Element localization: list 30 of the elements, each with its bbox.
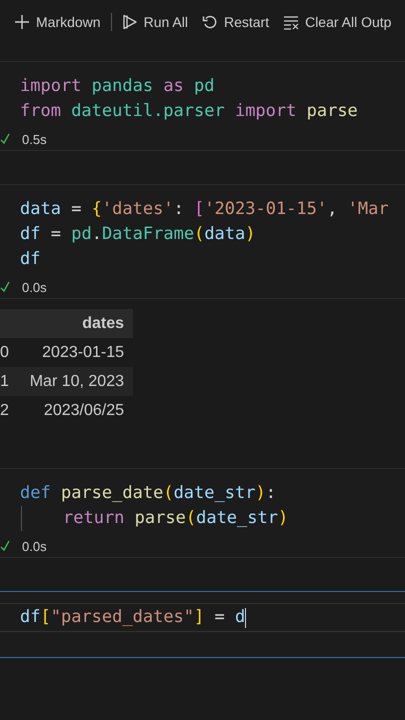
row-index: 2	[0, 402, 10, 420]
column-header: dates	[81, 314, 125, 332]
plus-icon	[14, 14, 30, 30]
execution-time: 0.0s	[22, 280, 47, 294]
code-line: df = pd.DataFrame(data)	[20, 223, 257, 246]
code-line: df["parsed_dates"] = d	[20, 606, 248, 630]
row-index: 0	[0, 344, 10, 362]
play-icon	[122, 14, 138, 30]
check-icon	[0, 133, 10, 145]
toolbar-button[interactable]: Restart	[202, 12, 270, 32]
table-cell-text: Mar 10, 2023	[28, 372, 125, 390]
row-index: 1	[0, 372, 10, 390]
clear-icon	[283, 14, 300, 30]
toolbar-button[interactable]: Run All	[122, 12, 188, 32]
text-cursor	[245, 608, 246, 628]
code-line: def parse_date(date_str):	[20, 482, 277, 505]
table-cell-text: 2023/06/25	[42, 402, 125, 420]
code-line: from dateutil.parser import parse	[20, 100, 359, 123]
code-line: import pandas as pd	[20, 75, 216, 98]
code-line: data = {'dates': ['2023-01-15', 'Mar	[20, 198, 390, 221]
check-icon	[0, 540, 10, 552]
toolbar-button[interactable]: Markdown	[14, 12, 101, 32]
execution-time: 0.5s	[22, 132, 47, 146]
toolbar-button[interactable]: Clear All Outp	[283, 12, 392, 32]
code-line: return parse(date_str)	[21, 506, 405, 531]
check-icon	[0, 281, 10, 293]
execution-time: 0.0s	[22, 538, 47, 554]
code-line: df	[20, 248, 42, 271]
table-cell-text: 2023-01-15	[41, 344, 125, 362]
restart-icon	[202, 14, 218, 30]
